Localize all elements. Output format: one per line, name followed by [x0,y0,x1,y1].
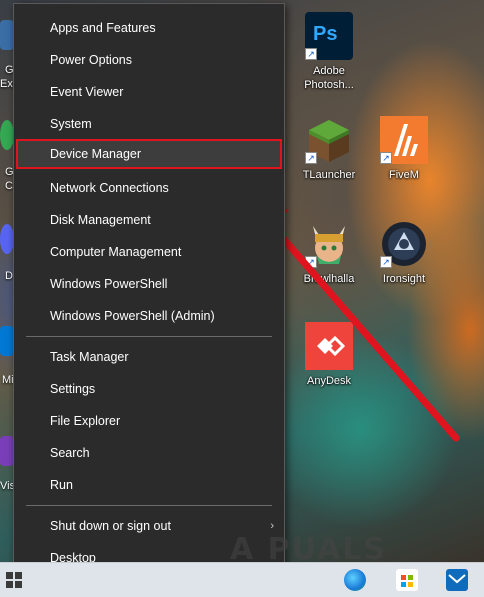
menu-item-label: Shut down or sign out [50,519,171,533]
edge-icon-label: Mi [2,374,14,386]
menu-item-file-explorer[interactable]: File Explorer [14,406,284,436]
edge-icon-label: D [5,270,13,282]
menu-separator [26,505,272,506]
minecraft-grass-block-icon: ↗ [305,116,353,164]
menu-separator [26,336,272,337]
menu-item-power-options[interactable]: Power Options [14,45,284,75]
desktop-icon-label: Ironsight [382,273,426,285]
desktop-icon-ironsight[interactable]: ↗ Ironsight [369,220,439,286]
desktop-icon-label: AnyDesk [306,375,352,387]
shortcut-arrow-icon: ↗ [380,256,392,268]
taskbar [0,562,484,597]
desktop-icon-label: FiveM [389,169,419,181]
menu-item-computer-management[interactable]: Computer Management [14,237,284,267]
menu-item-windows-powershell[interactable]: Windows PowerShell [14,269,284,299]
fivem-icon: ↗ [380,116,428,164]
ironsight-icon: ↗ [380,220,428,268]
shortcut-arrow-icon: ↗ [305,48,317,60]
edge-app-icon[interactable] [0,20,14,50]
anydesk-icon [305,322,353,370]
menu-item-device-manager[interactable]: Device Manager [16,139,282,169]
photoshop-icon: Ps ↗ [305,12,353,60]
edge-app-icon[interactable] [0,120,14,150]
edge-browser-icon[interactable] [344,569,366,591]
desktop-icon-tlauncher[interactable]: ↗ TLauncher [294,116,364,182]
desktop-icon-fivem[interactable]: ↗ FiveM [369,116,439,182]
edge-app-icon[interactable] [0,326,14,356]
menu-item-settings[interactable]: Settings [14,374,284,404]
menu-item-run[interactable]: Run [14,470,284,500]
brawlhalla-icon: ↗ [305,220,353,268]
menu-item-disk-management[interactable]: Disk Management [14,205,284,235]
menu-item-system[interactable]: System [14,109,284,139]
edge-app-icon[interactable] [0,224,14,254]
menu-item-windows-powershell-admin[interactable]: Windows PowerShell (Admin) [14,301,284,331]
shortcut-arrow-icon: ↗ [305,152,317,164]
edge-app-icon[interactable] [0,436,14,466]
shortcut-arrow-icon: ↗ [305,256,317,268]
menu-item-apps-and-features[interactable]: Apps and Features [14,13,284,43]
edge-icon-label: C [5,180,13,192]
desktop-icon-photoshop[interactable]: Ps ↗ Adobe Photosh... [294,12,364,92]
desktop-icon-label: Adobe Photosh... [304,65,354,91]
menu-item-task-manager[interactable]: Task Manager [14,342,284,372]
winx-context-menu: Apps and Features Power Options Event Vi… [13,3,285,583]
desktop-icon-label: TLauncher [302,169,356,181]
microsoft-store-icon[interactable] [396,569,418,591]
menu-item-network-connections[interactable]: Network Connections [14,173,284,203]
desktop-icon-anydesk[interactable]: AnyDesk [294,322,364,388]
windows-logo-icon [6,572,22,588]
shortcut-arrow-icon: ↗ [380,152,392,164]
mail-icon[interactable] [446,569,468,591]
desktop-icon-brawlhalla[interactable]: ↗ Brawlhalla [294,220,364,286]
desktop-icon-label: Brawlhalla [303,273,355,285]
menu-item-event-viewer[interactable]: Event Viewer [14,77,284,107]
menu-item-search[interactable]: Search [14,438,284,468]
start-button[interactable] [6,572,22,588]
